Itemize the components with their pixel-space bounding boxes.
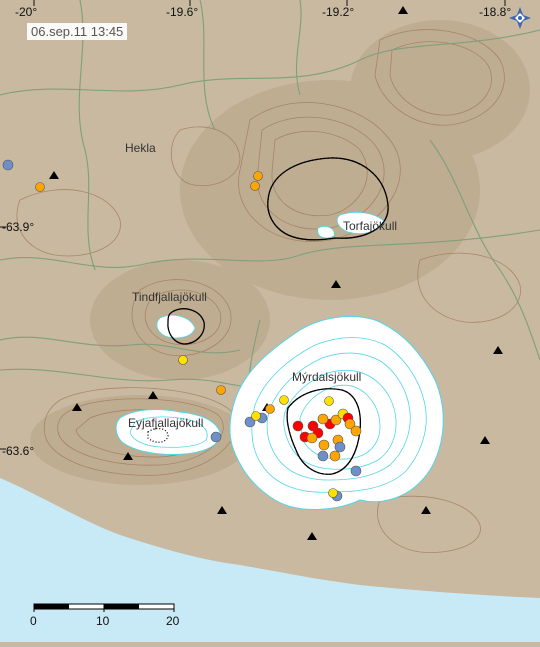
- earthquake-newest: [292, 420, 304, 432]
- earthquake-old: [265, 404, 275, 414]
- map-canvas[interactable]: -20° -19.6° -19.2° -18.8° -63.9° -63.6° …: [0, 0, 540, 642]
- timestamp-label: 06.sep.11 13:45: [27, 23, 128, 40]
- earthquake-old: [317, 413, 329, 425]
- earthquake-recent: [328, 488, 338, 498]
- earthquake-old: [306, 432, 318, 444]
- earthquake-old: [329, 450, 341, 462]
- earthquake-old: [216, 385, 226, 395]
- place-label-hekla: Hekla: [125, 141, 156, 155]
- scale-label: 20: [166, 614, 180, 628]
- earthquake-recent: [279, 395, 289, 405]
- place-label-torfajokull: Torfajökull: [343, 219, 397, 233]
- lon-label: -19.2°: [322, 5, 354, 19]
- lon-label: -20°: [15, 5, 37, 19]
- earthquake-old: [253, 171, 263, 181]
- earthquake-old: [318, 439, 330, 451]
- place-label-eyjafjallajokull: Eyjafjallajökull: [128, 416, 203, 430]
- place-label-tindfjallajokull: Tindfjallajökull: [132, 290, 207, 304]
- earthquake-oldest: [334, 441, 346, 453]
- earthquake-old: [350, 425, 362, 437]
- place-label-myrdalsjokull: Mýrdalsjökull: [292, 370, 361, 384]
- scale-label: 10: [96, 614, 110, 628]
- earthquake-oldest: [317, 450, 329, 462]
- earthquake-recent: [178, 355, 188, 365]
- earthquake-old: [35, 182, 45, 192]
- earthquake-recent: [324, 396, 334, 406]
- scale-label: 0: [30, 614, 37, 628]
- earthquake-old: [250, 181, 260, 191]
- lat-label: -63.9°: [2, 220, 34, 234]
- earthquake-oldest: [2, 159, 14, 171]
- lon-label: -18.8°: [479, 5, 511, 19]
- earthquake-oldest: [210, 431, 222, 443]
- earthquake-oldest: [350, 465, 362, 477]
- earthquake-recent: [251, 411, 261, 421]
- map-view[interactable]: -20° -19.6° -19.2° -18.8° -63.9° -63.6° …: [0, 0, 540, 642]
- lat-label: -63.6°: [2, 444, 34, 458]
- lon-label: -19.6°: [166, 5, 198, 19]
